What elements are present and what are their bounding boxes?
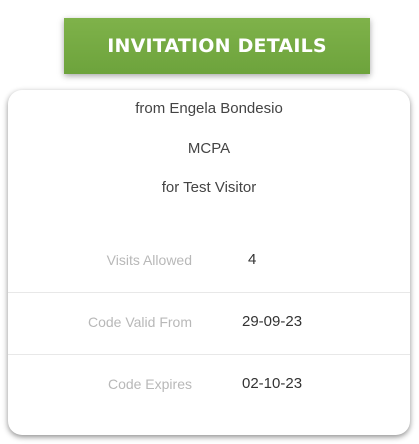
detail-value: 02-10-23 [242,375,303,392]
detail-row-visits-allowed: Visits Allowed 4 [8,232,410,293]
page-header: INVITATION DETAILS [64,18,370,74]
detail-label: Code Expires [107,376,192,392]
visitor-line: for Test Visitor [161,179,257,196]
detail-row-code-expires: Code Expires 02-10-23 [8,356,410,416]
detail-value: 4 [248,251,257,268]
company-name: MCPA [187,140,231,157]
detail-row-code-valid-from: Code Valid From 29-09-23 [8,294,410,355]
invitation-card: from Engela Bondesio MCPA for Test Visit… [8,90,410,435]
inviter-line: from Engela Bondesio [135,100,283,117]
page-title: INVITATION DETAILS [107,35,327,57]
detail-value: 29-09-23 [242,313,303,330]
invitation-details-page: INVITATION DETAILS from Engela Bondesio … [0,0,419,444]
detail-label: Code Valid From [87,314,192,330]
detail-label: Visits Allowed [106,252,192,268]
